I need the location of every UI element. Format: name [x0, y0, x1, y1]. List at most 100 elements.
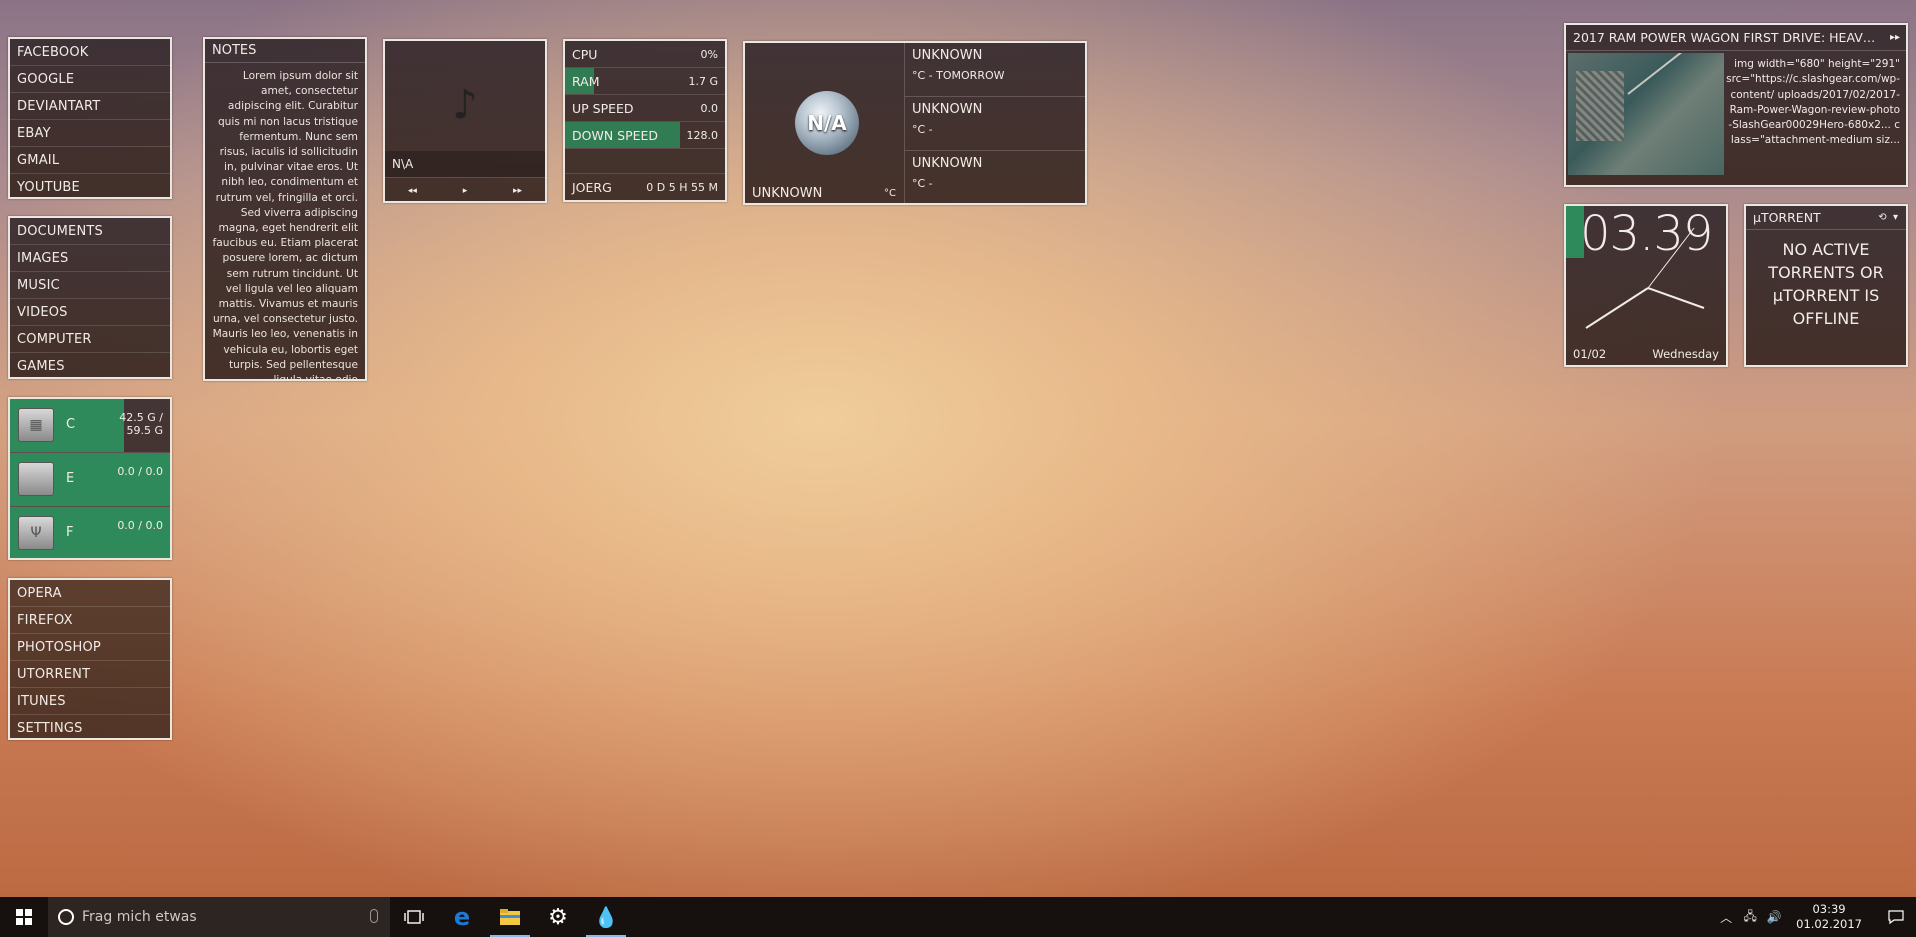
rainmeter-button[interactable]: 💧 [582, 897, 630, 937]
ram-value: 1.7 G [688, 75, 718, 88]
forecast-item: UNKNOWN °C - [905, 151, 1085, 203]
forecast-item: UNKNOWN °C - [905, 97, 1085, 151]
forecast-day: UNKNOWN [912, 102, 983, 117]
chevron-down-icon[interactable]: ▾ [1893, 212, 1898, 223]
notification-icon [1888, 910, 1904, 925]
drive-letter: F [66, 525, 74, 540]
news-headline[interactable]: 2017 RAM POWER WAGON FIRST DRIVE: HEAVY-… [1573, 30, 1885, 45]
action-center-button[interactable] [1876, 909, 1916, 925]
show-hidden-icons-icon[interactable]: ︿ [1714, 909, 1738, 926]
next-icon[interactable]: ▸▸ [513, 186, 522, 196]
drive-e[interactable]: E 0.0 / 0.0 [10, 453, 170, 507]
current-location: UNKNOWN [752, 186, 823, 201]
uptime-value: 0 D 5 H 55 M [646, 181, 718, 194]
link-photoshop[interactable]: PHOTOSHOP [10, 634, 170, 661]
drive-f[interactable]: Ψ F 0.0 / 0.0 [10, 507, 170, 558]
music-note-icon: ♪ [452, 82, 478, 128]
link-computer[interactable]: COMPUTER [10, 326, 170, 353]
cpu-label: CPU [572, 47, 598, 62]
gear-icon: ⚙ [548, 904, 568, 930]
link-documents[interactable]: DOCUMENTS [10, 218, 170, 245]
volume-icon[interactable]: 🔊 [1762, 910, 1786, 924]
forecast-day: UNKNOWN [912, 48, 983, 63]
news-image[interactable] [1568, 53, 1724, 175]
hard-drive-icon [18, 462, 54, 496]
up-speed-row: UP SPEED 0.0 [565, 95, 725, 122]
droplet-icon: 💧 [593, 905, 619, 929]
up-speed-label: UP SPEED [572, 101, 634, 116]
current-weather: N/A UNKNOWN °C [745, 43, 905, 203]
clock-widget: 03.39 01/02 Wednesday [1564, 204, 1728, 367]
network-icon[interactable]: 🖧 [1738, 907, 1762, 928]
link-firefox[interactable]: FIREFOX [10, 607, 170, 634]
clock-footer: 01/02 Wednesday [1566, 343, 1726, 365]
windows-icon [16, 909, 32, 925]
task-view-button[interactable] [390, 897, 438, 937]
edge-icon: e [453, 903, 471, 931]
forecast-item: UNKNOWN °C - TOMORROW [905, 43, 1085, 97]
utorrent-controls: ⟲ ▾ [1878, 206, 1898, 230]
forecast-day: UNKNOWN [912, 156, 983, 171]
settings-button[interactable]: ⚙ [534, 897, 582, 937]
news-feed-widget: 2017 RAM POWER WAGON FIRST DRIVE: HEAVY-… [1564, 23, 1908, 187]
system-monitor-widget: CPU 0% RAM 1.7 G UP SPEED 0.0 DOWN SPEED… [563, 39, 727, 202]
analog-hands [1585, 227, 1705, 329]
utorrent-status: NO ACTIVE TORRENTS OR µTORRENT IS OFFLIN… [1768, 240, 1884, 328]
tray-clock[interactable]: 03:39 01.02.2017 [1786, 902, 1876, 932]
link-utorrent[interactable]: UTORRENT [10, 661, 170, 688]
cpu-value: 0% [700, 48, 718, 61]
player-controls: ◂◂ ▸ ▸▸ [385, 177, 545, 201]
username: JOERG [572, 180, 612, 195]
link-images[interactable]: IMAGES [10, 245, 170, 272]
link-facebook[interactable]: FACEBOOK [10, 39, 170, 66]
link-ebay[interactable]: EBAY [10, 120, 170, 147]
link-youtube[interactable]: YOUTUBE [10, 174, 170, 197]
edge-button[interactable]: e [438, 897, 486, 937]
down-speed-value: 128.0 [686, 129, 719, 142]
drive-letter: C [66, 417, 76, 432]
link-music[interactable]: MUSIC [10, 272, 170, 299]
forecast-temp: °C - [912, 177, 933, 190]
link-settings[interactable]: SETTINGS [10, 715, 170, 738]
utorrent-title-text: µTORRENT [1753, 210, 1821, 225]
refresh-icon[interactable]: ⟲ [1878, 212, 1886, 223]
folder-icon [500, 909, 520, 925]
drive-c[interactable]: ▦ C 42.5 G / 59.5 G [10, 399, 170, 453]
forecast-temp: °C - TOMORROW [912, 69, 1005, 82]
down-speed-row: DOWN SPEED 128.0 [565, 122, 725, 149]
search-input[interactable] [82, 909, 342, 925]
forecast-temp: °C - [912, 123, 933, 136]
news-image-city [1576, 71, 1624, 141]
play-icon[interactable]: ▸ [463, 186, 468, 196]
system-tray: ︿ 🖧 🔊 03:39 01.02.2017 [1714, 897, 1916, 937]
link-itunes[interactable]: ITUNES [10, 688, 170, 715]
next-article-icon[interactable]: ▸▸ [1890, 25, 1900, 50]
notes-text[interactable]: Lorem ipsum dolor sit amet, consectetur … [205, 63, 365, 379]
cortana-icon [58, 909, 74, 925]
hour-hand [1647, 287, 1705, 309]
link-opera[interactable]: OPERA [10, 580, 170, 607]
second-hand [1647, 227, 1695, 289]
news-image-bridge [1627, 53, 1708, 95]
cortana-search[interactable] [48, 897, 390, 937]
microphone-icon[interactable] [370, 909, 378, 923]
drive-size: 0.0 / 0.0 [117, 519, 163, 532]
cpu-row: CPU 0% [565, 41, 725, 68]
link-games[interactable]: GAMES [10, 353, 170, 377]
weather-na: N/A [807, 111, 847, 135]
file-explorer-button[interactable] [486, 897, 534, 937]
start-button[interactable] [0, 897, 48, 937]
drive-letter: E [66, 471, 75, 486]
minute-hand [1585, 287, 1649, 329]
link-deviantart[interactable]: DEVIANTART [10, 93, 170, 120]
previous-icon[interactable]: ◂◂ [408, 186, 417, 196]
drive-size: 0.0 / 0.0 [117, 465, 163, 478]
music-player-widget: ♪ N\A ◂◂ ▸ ▸▸ [383, 39, 547, 203]
link-videos[interactable]: VIDEOS [10, 299, 170, 326]
link-google[interactable]: GOOGLE [10, 66, 170, 93]
ram-row: RAM 1.7 G [565, 68, 725, 95]
news-title[interactable]: 2017 RAM POWER WAGON FIRST DRIVE: HEAVY-… [1566, 25, 1906, 51]
ram-label: RAM [572, 74, 600, 89]
link-gmail[interactable]: GMAIL [10, 147, 170, 174]
forecast-list: UNKNOWN °C - TOMORROW UNKNOWN °C - UNKNO… [905, 43, 1085, 203]
